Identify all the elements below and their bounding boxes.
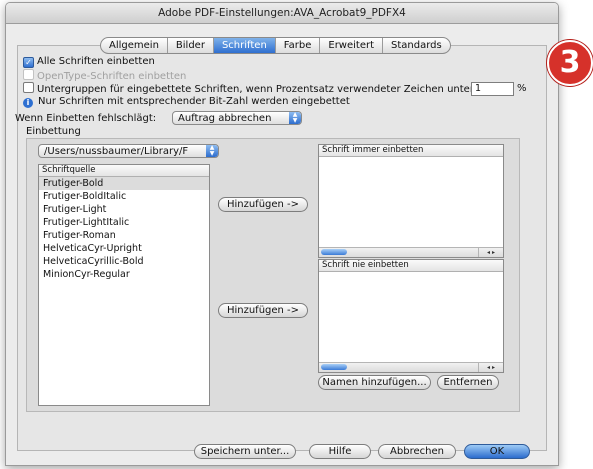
list-item[interactable]: Frutiger-Bold — [39, 177, 209, 190]
add-names-button[interactable]: Namen hinzufügen... — [318, 375, 431, 390]
fail-action-value: Auftrag abbrechen — [178, 113, 272, 124]
pdf-settings-dialog: Adobe PDF-Einstellungen:AVA_Acrobat9_PDF… — [5, 2, 559, 466]
tab-bar: Allgemein Bilder Schriften Farbe Erweite… — [100, 37, 451, 54]
subset-label: Untergruppen für eingebettete Schriften,… — [37, 84, 478, 95]
window-title: Adobe PDF-Einstellungen:AVA_Acrobat9_PDF… — [6, 3, 558, 24]
embed-all-fonts-option[interactable]: ✓ Alle Schriften einbetten — [23, 56, 155, 68]
cancel-button[interactable]: Abbrechen — [378, 444, 456, 459]
always-embed-header: Schrift immer einbetten — [319, 145, 503, 157]
never-embed-list[interactable]: Schrift nie einbetten ◂ ▸ — [318, 259, 504, 373]
never-embed-scrollbar[interactable]: ◂ ▸ — [319, 362, 503, 372]
subset-checkbox[interactable] — [23, 82, 34, 93]
fail-label: Wenn Einbetten fehlschlägt: — [15, 113, 157, 124]
info-icon: i — [23, 98, 33, 108]
font-source-path: /Users/nussbaumer/Library/F — [44, 146, 189, 157]
add-always-button[interactable]: Hinzufügen -> — [218, 197, 308, 212]
opentype-checkbox — [23, 69, 34, 80]
opentype-label: OpenType-Schriften einbetten — [37, 71, 187, 82]
scroll-arrows-icon[interactable]: ◂ ▸ — [478, 363, 503, 372]
save-as-button[interactable]: Speichern unter... — [194, 444, 296, 459]
add-never-button[interactable]: Hinzufügen -> — [218, 303, 308, 318]
scroll-thumb[interactable] — [321, 249, 347, 255]
list-item[interactable]: Frutiger-BoldItalic — [39, 190, 209, 203]
embed-all-label: Alle Schriften einbetten — [37, 56, 155, 67]
checkmark-icon: ✓ — [25, 58, 32, 67]
font-source-header: Schriftquelle — [39, 165, 209, 177]
embedding-group-label: Einbettung — [26, 126, 81, 137]
popup-arrows-icon: ▲ ▼ — [206, 145, 218, 157]
tab-allgemein[interactable]: Allgemein — [101, 38, 168, 53]
tab-schriften[interactable]: Schriften — [213, 38, 276, 53]
never-embed-header: Schrift nie einbetten — [319, 260, 503, 272]
info-text: Nur Schriften mit entsprechender Bit-Zah… — [38, 96, 350, 107]
font-source-popup[interactable]: /Users/nussbaumer/Library/F ▲ ▼ — [38, 144, 219, 158]
list-item[interactable]: HelveticaCyrillic-Bold — [39, 255, 209, 268]
fail-action-popup[interactable]: Auftrag abbrechen ▲ ▼ — [172, 111, 302, 125]
always-embed-scrollbar[interactable]: ◂ ▸ — [319, 247, 503, 257]
scroll-thumb[interactable] — [321, 364, 347, 370]
popup-arrows-icon: ▲ ▼ — [289, 112, 301, 124]
subset-option[interactable]: Untergruppen für eingebettete Schriften,… — [23, 82, 477, 95]
remove-button[interactable]: Entfernen — [437, 375, 499, 390]
list-item[interactable]: Frutiger-Light — [39, 203, 209, 216]
ok-button[interactable]: OK — [464, 444, 530, 459]
tab-standards[interactable]: Standards — [383, 38, 450, 53]
list-item[interactable]: MinionCyr-Regular — [39, 268, 209, 281]
always-embed-list[interactable]: Schrift immer einbetten ◂ ▸ — [318, 144, 504, 258]
subset-percent-input[interactable]: 1 — [471, 82, 514, 96]
tab-bilder[interactable]: Bilder — [168, 38, 214, 53]
list-item[interactable]: Frutiger-LightItalic — [39, 216, 209, 229]
list-item[interactable]: HelveticaCyr-Upright — [39, 242, 209, 255]
embed-all-checkbox[interactable]: ✓ — [23, 57, 34, 68]
tab-farbe[interactable]: Farbe — [276, 38, 321, 53]
percent-unit: % — [517, 83, 527, 94]
opentype-option: OpenType-Schriften einbetten — [23, 69, 186, 82]
scroll-arrows-icon[interactable]: ◂ ▸ — [478, 248, 503, 257]
list-item[interactable]: Frutiger-Roman — [39, 229, 209, 242]
font-source-list[interactable]: Schriftquelle Frutiger-Bold Frutiger-Bol… — [38, 164, 210, 406]
help-button[interactable]: Hilfe — [309, 444, 371, 459]
info-note: i Nur Schriften mit entsprechender Bit-Za… — [23, 96, 350, 108]
tab-erweitert[interactable]: Erweitert — [320, 38, 384, 53]
step-number-badge: 3 — [547, 40, 593, 86]
